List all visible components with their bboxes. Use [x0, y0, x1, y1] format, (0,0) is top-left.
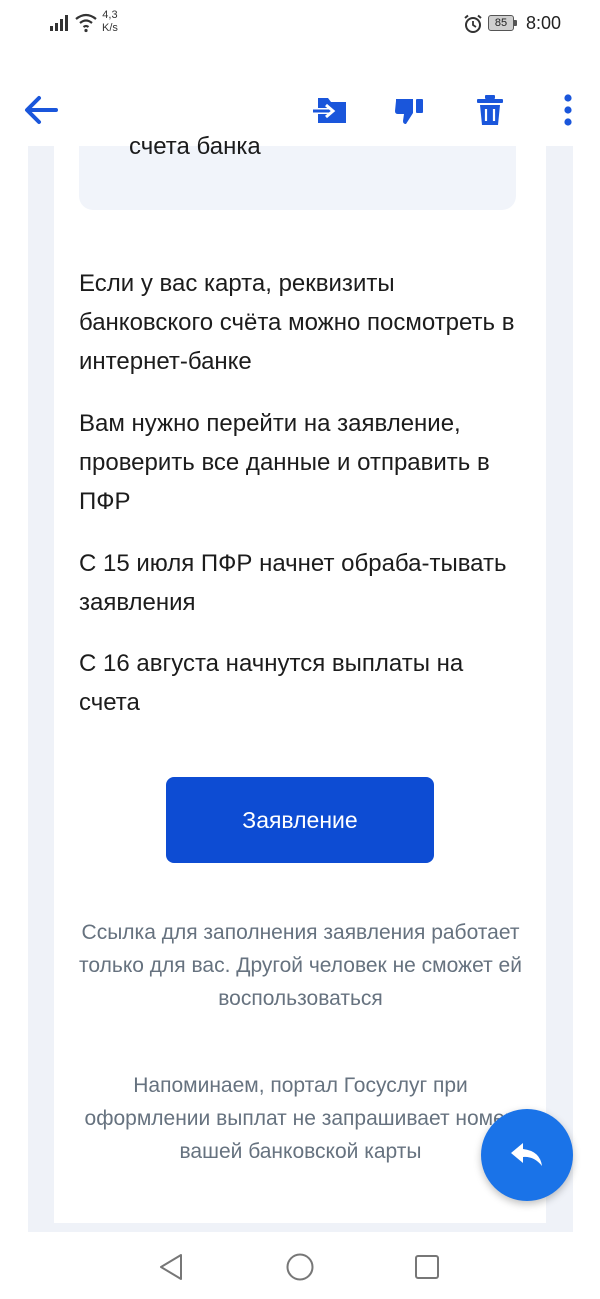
more-options-button[interactable] — [548, 90, 588, 130]
note-card-number-warning: Напоминаем, портал Госуслуг при оформлен… — [84, 1074, 517, 1163]
paragraph-processing-date: С 15 июля ПФР начнет обраба-тывать заявл… — [79, 550, 507, 616]
network-speed-unit: K/s — [102, 22, 118, 34]
app-toolbar — [0, 70, 600, 146]
circle-home-icon — [286, 1253, 314, 1281]
battery-tip — [514, 20, 517, 26]
thumbs-down-icon — [395, 99, 423, 124]
network-speed-value: 4,3 — [102, 9, 118, 21]
status-bar: 4,3 K/s 85 8:00 — [0, 0, 600, 52]
square-recents-icon — [415, 1255, 439, 1279]
reply-button[interactable] — [481, 1109, 573, 1201]
paragraph-payment-date: С 16 августа начнутся выплаты на счета — [79, 650, 464, 716]
info-box-text: счета банка — [129, 133, 261, 160]
paragraph-card-details: Если у вас карта, реквизиты банковского … — [79, 270, 515, 375]
reply-icon — [511, 1143, 542, 1166]
back-arrow-icon — [25, 96, 58, 124]
move-to-folder-icon — [313, 98, 346, 123]
wifi-icon — [75, 13, 97, 33]
more-vertical-icon — [564, 94, 572, 126]
triangle-back-icon — [160, 1254, 182, 1280]
delete-button[interactable] — [470, 90, 510, 130]
nav-home-button[interactable] — [283, 1250, 317, 1284]
note-link-personal: Ссылка для заполнения заявления работает… — [79, 921, 522, 1010]
thumbs-down-button[interactable] — [389, 90, 429, 130]
back-button[interactable] — [21, 90, 61, 130]
network-speed: 4,3 K/s — [102, 9, 118, 35]
battery-indicator: 85 — [488, 15, 514, 31]
move-to-folder-button[interactable] — [310, 90, 350, 130]
alarm-clock-icon — [464, 14, 482, 33]
clock-time: 8:00 — [526, 13, 562, 33]
signal-icon — [50, 15, 68, 31]
paragraph-go-to-application: Вам нужно перейти на заявление, проверит… — [79, 410, 490, 515]
nav-back-button[interactable] — [154, 1250, 188, 1284]
system-nav-bar — [0, 1232, 600, 1299]
nav-recents-button[interactable] — [410, 1250, 444, 1284]
trash-icon — [477, 95, 503, 125]
application-button[interactable]: Заявление — [166, 777, 434, 863]
